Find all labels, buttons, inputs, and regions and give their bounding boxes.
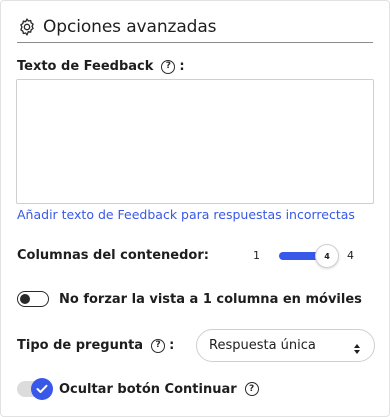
hide-continue-help-icon[interactable]: ? <box>244 382 259 396</box>
force-view-toggle[interactable] <box>17 291 49 307</box>
slider-thumb[interactable]: 4 <box>315 244 339 268</box>
force-view-row: No forzar la vista a 1 columna en móvile… <box>17 291 362 307</box>
toggle-knob <box>20 294 30 304</box>
advanced-options-panel: Opciones avanzadas Texto de Feedback ? :… <box>0 0 390 417</box>
columns-label: Columnas del contenedor: <box>17 248 209 263</box>
columns-slider[interactable]: 1 4 4 <box>253 244 357 268</box>
panel-title: Opciones avanzadas <box>43 17 217 37</box>
feedback-label: Texto de Feedback <box>17 59 154 74</box>
question-type-label-row: Tipo de pregunta ? : <box>17 338 174 353</box>
hide-continue-row: Ocultar botón Continuar ? <box>17 378 259 400</box>
question-type-label-colon: : <box>169 338 175 353</box>
header-divider <box>17 42 373 43</box>
slider-min-label: 1 <box>253 249 260 262</box>
feedback-label-colon: : <box>179 59 185 74</box>
check-icon <box>31 378 53 400</box>
add-incorrect-feedback-link[interactable]: Añadir texto de Feedback para respuestas… <box>17 207 355 222</box>
feedback-label-row: Texto de Feedback ? : <box>17 59 185 74</box>
hide-continue-label: Ocultar botón Continuar <box>59 381 237 397</box>
question-type-select[interactable]: Respuesta única <box>196 329 375 362</box>
feedback-help-icon[interactable]: ? <box>161 59 176 74</box>
question-type-selected: Respuesta única <box>209 338 316 353</box>
hide-continue-toggle[interactable] <box>17 378 53 400</box>
panel-header: Opciones avanzadas <box>17 15 217 39</box>
gear-icon <box>17 17 37 37</box>
question-type-help-icon[interactable]: ? <box>151 338 166 353</box>
force-view-label: No forzar la vista a 1 columna en móvile… <box>59 291 362 307</box>
question-type-label: Tipo de pregunta <box>17 338 144 353</box>
feedback-textarea[interactable] <box>16 79 374 204</box>
slider-max-label: 4 <box>347 249 354 262</box>
select-arrows-icon <box>353 340 361 359</box>
